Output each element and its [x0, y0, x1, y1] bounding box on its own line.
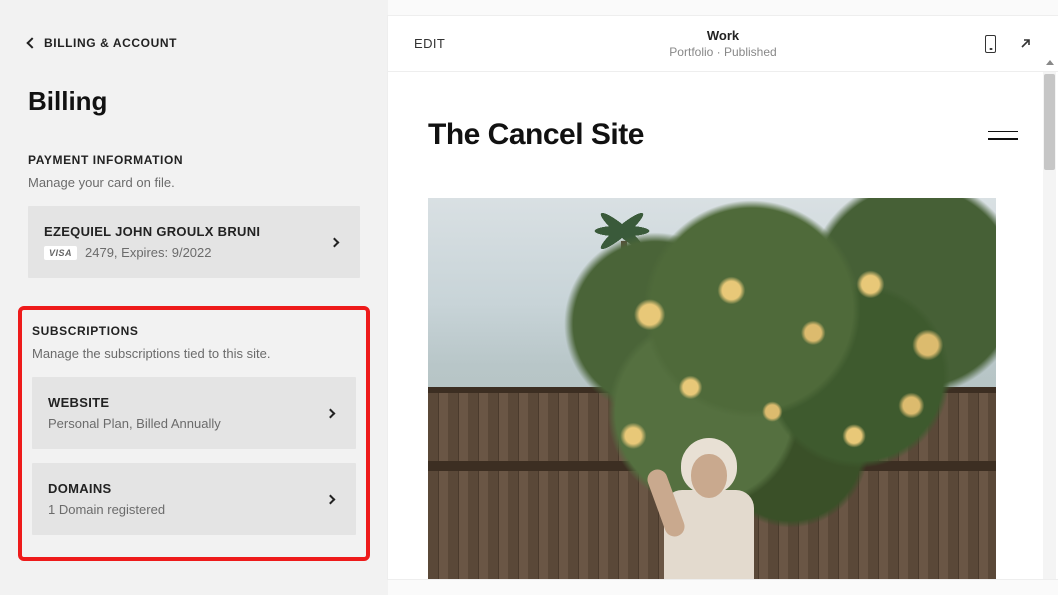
payment-section: PAYMENT INFORMATION Manage your card on …: [0, 153, 388, 278]
scrollbar-thumb[interactable]: [1044, 74, 1055, 170]
subscription-title: WEBSITE: [48, 395, 327, 410]
payment-header: PAYMENT INFORMATION: [28, 153, 360, 167]
subscription-sub: Personal Plan, Billed Annually: [48, 416, 327, 431]
subscription-website[interactable]: WEBSITE Personal Plan, Billed Annually: [32, 377, 356, 449]
subscriptions-highlight: SUBSCRIPTIONS Manage the subscriptions t…: [18, 306, 370, 561]
card-detail: 2479, Expires: 9/2022: [85, 245, 211, 260]
scroll-up-icon[interactable]: [1046, 60, 1054, 65]
chevron-right-icon: [326, 408, 336, 418]
subscription-title: DOMAINS: [48, 481, 327, 496]
mobile-icon[interactable]: [985, 35, 996, 53]
subscription-sub: 1 Domain registered: [48, 502, 327, 517]
back-label: BILLING & ACCOUNT: [44, 36, 177, 50]
card-holder: EZEQUIEL JOHN GROULX BRUNI: [44, 224, 331, 239]
preview-subtitle: Portfolio · Published: [669, 45, 776, 59]
preview-surface: EDIT Work Portfolio · Published The Canc…: [388, 16, 1058, 579]
visa-badge: VISA: [44, 246, 77, 260]
external-link-icon[interactable]: [1018, 37, 1032, 51]
site-title: The Cancel Site: [428, 118, 644, 152]
payment-card[interactable]: EZEQUIEL JOHN GROULX BRUNI VISA 2479, Ex…: [28, 206, 360, 278]
preview-pane: EDIT Work Portfolio · Published The Canc…: [388, 0, 1058, 595]
subscriptions-sub: Manage the subscriptions tied to this si…: [32, 346, 356, 361]
preview-title-wrap: Work Portfolio · Published: [669, 28, 776, 59]
chevron-left-icon: [26, 37, 37, 48]
hero-caption: People: [666, 576, 758, 579]
site-header: The Cancel Site: [428, 118, 1018, 152]
chevron-right-icon: [330, 237, 340, 247]
page-title: Billing: [0, 86, 388, 117]
hero-image: People: [428, 198, 996, 579]
scrollbar[interactable]: [1043, 72, 1056, 579]
payment-sub: Manage your card on file.: [28, 175, 360, 190]
subscriptions-header: SUBSCRIPTIONS: [32, 324, 356, 338]
preview-title: Work: [669, 28, 776, 43]
chevron-right-icon: [326, 494, 336, 504]
preview-header: EDIT Work Portfolio · Published: [388, 16, 1058, 72]
subscription-domains[interactable]: DOMAINS 1 Domain registered: [32, 463, 356, 535]
billing-sidebar: BILLING & ACCOUNT Billing PAYMENT INFORM…: [0, 0, 388, 595]
site-content[interactable]: The Cancel Site People: [388, 72, 1058, 579]
back-link[interactable]: BILLING & ACCOUNT: [0, 0, 388, 50]
edit-button[interactable]: EDIT: [414, 36, 445, 51]
menu-icon[interactable]: [988, 131, 1018, 140]
